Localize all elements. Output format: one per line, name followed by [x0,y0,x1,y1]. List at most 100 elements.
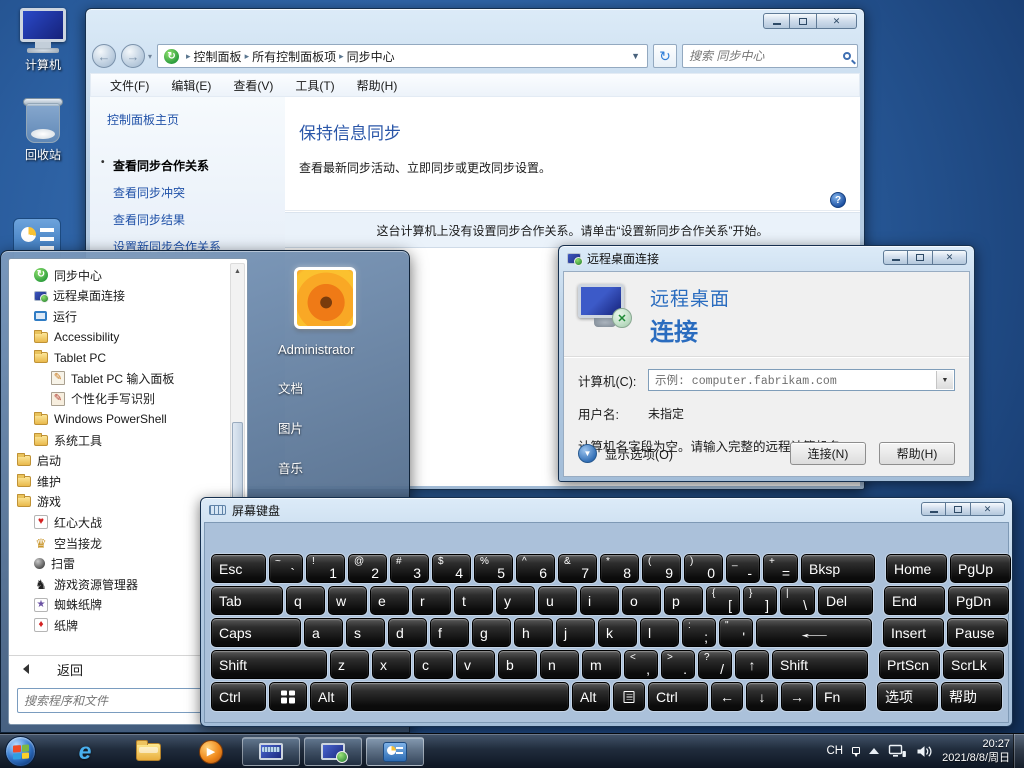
menu-item[interactable]: 查看(V) [222,77,284,94]
key-8[interactable]: *8 [600,554,639,583]
key-i[interactable]: i [580,586,619,615]
key-space[interactable] [351,682,569,711]
desktop-icon-computer[interactable]: 计算机 [6,8,80,73]
taskbar-media-player-button[interactable]: ▶ [196,737,226,766]
start-menu-program[interactable]: ♛空当接龙 [15,533,227,554]
key-sym[interactable]: += [763,554,798,583]
key-end[interactable]: End [884,586,945,615]
minimize-button[interactable] [883,250,908,265]
key-0[interactable]: )0 [684,554,723,583]
key-tab[interactable]: Tab [211,586,283,615]
start-menu-program[interactable]: ♦纸牌 [15,615,227,636]
key-pgdn[interactable]: PgDn [948,586,1009,615]
hidden-icons-chevron[interactable] [869,748,879,754]
sidebar-item[interactable]: 查看同步结果 [90,206,285,233]
key-w[interactable]: w [328,586,367,615]
key-g[interactable]: g [472,618,511,647]
key-sym[interactable]: |\ [780,586,815,615]
key-c[interactable]: c [414,650,453,679]
key-esc[interactable]: Esc [211,554,266,583]
key-help[interactable]: 帮助 [941,682,1002,711]
key-pgup[interactable]: PgUp [950,554,1011,583]
start-menu-program[interactable]: Accessibility [15,327,227,348]
key-sym[interactable]: }] [743,586,777,615]
start-menu-program[interactable]: 远程桌面连接 [15,286,227,307]
key-sym[interactable]: "' [719,618,753,647]
language-indicator[interactable]: CH [827,745,844,757]
key-m[interactable]: m [582,650,621,679]
key-menu[interactable] [613,682,645,711]
key-4[interactable]: $4 [432,554,471,583]
key-win[interactable] [269,682,307,711]
key-z[interactable]: z [330,650,369,679]
key-n[interactable]: n [540,650,579,679]
close-button[interactable]: ✕ [933,250,967,265]
start-menu-program[interactable]: ★蜘蛛纸牌 [15,595,227,616]
breadcrumb-field[interactable]: ↻ ▸控制面板▸所有控制面板项▸同步中心 ▼ [157,44,648,68]
key-r[interactable]: r [412,586,451,615]
key-home[interactable]: Home [886,554,947,583]
help-icon[interactable]: ? [830,192,846,208]
key-l[interactable]: l [640,618,679,647]
taskbar-ie-button[interactable]: e [70,737,100,766]
key-1[interactable]: !1 [306,554,345,583]
key-v[interactable]: v [456,650,495,679]
key-p[interactable]: p [664,586,703,615]
taskbar-clock[interactable]: 20:27 2021/8/8/周日 [942,737,1010,766]
network-icon[interactable] [888,744,907,759]
minimize-button[interactable] [921,502,946,516]
key-b[interactable]: b [498,650,537,679]
help-button[interactable]: 帮助(H) [879,442,955,465]
key-alt[interactable]: Alt [572,682,610,711]
key-s[interactable]: s [346,618,385,647]
key-options[interactable]: 选项 [877,682,938,711]
key-caps[interactable]: Caps [211,618,301,647]
key-enter[interactable]: ← [756,618,872,647]
osk-title-bar[interactable]: 屏幕键盘 [201,498,1012,522]
speaker-icon[interactable] [916,744,933,759]
key-h[interactable]: h [514,618,553,647]
key-sym[interactable]: >. [661,650,695,679]
key-j[interactable]: j [556,618,595,647]
key-f[interactable]: f [430,618,469,647]
key-del[interactable]: Del [818,586,873,615]
key-sym[interactable]: ~` [269,554,303,583]
start-menu-program[interactable]: 运行 [15,306,227,327]
key-sym[interactable]: :; [682,618,716,647]
close-button[interactable]: ✕ [971,502,1005,516]
maximize-button[interactable] [946,502,971,516]
key-5[interactable]: %5 [474,554,513,583]
start-menu-program[interactable]: 游戏 [15,492,227,513]
scroll-up-icon[interactable]: ▲ [231,264,244,278]
key-scrlk[interactable]: ScrLk [943,650,1004,679]
history-chevron-icon[interactable]: ▾ [148,52,152,61]
taskbar-control-panel-button[interactable] [366,737,424,766]
minimize-button[interactable] [763,13,790,29]
start-menu-program[interactable]: 扫雷 [15,553,227,574]
key-alt[interactable]: Alt [310,682,348,711]
key-arrow-up[interactable]: ↑ [735,650,769,679]
key-k[interactable]: k [598,618,637,647]
computer-combobox[interactable]: 示例: computer.fabrikam.com ▼ [648,369,955,391]
start-menu-program[interactable]: ♥红心大战 [15,512,227,533]
show-desktop-button[interactable] [1013,734,1024,768]
key-arrow-down[interactable]: ↓ [746,682,778,711]
combobox-dropdown-button[interactable]: ▼ [936,371,953,389]
show-options-button[interactable]: ▼ [578,444,597,463]
maximize-button[interactable] [908,250,933,265]
breadcrumb-item[interactable]: 控制面板 [194,48,242,65]
key-t[interactable]: t [454,586,493,615]
menu-item[interactable]: 帮助(H) [346,77,409,94]
start-menu-link[interactable]: 音乐 [278,458,402,477]
key-arrow-right[interactable]: → [781,682,813,711]
start-menu-program[interactable]: ✎Tablet PC 输入面板 [15,368,227,389]
connect-button[interactable]: 连接(N) [790,442,866,465]
key-o[interactable]: o [622,586,661,615]
search-box[interactable] [682,44,858,68]
start-menu-program[interactable]: 启动 [15,450,227,471]
key-d[interactable]: d [388,618,427,647]
show-options-label[interactable]: 显示选项(O) [605,444,673,463]
avatar[interactable] [294,267,356,329]
key-sym[interactable]: {[ [706,586,740,615]
taskbar-osk-button[interactable] [242,737,300,766]
